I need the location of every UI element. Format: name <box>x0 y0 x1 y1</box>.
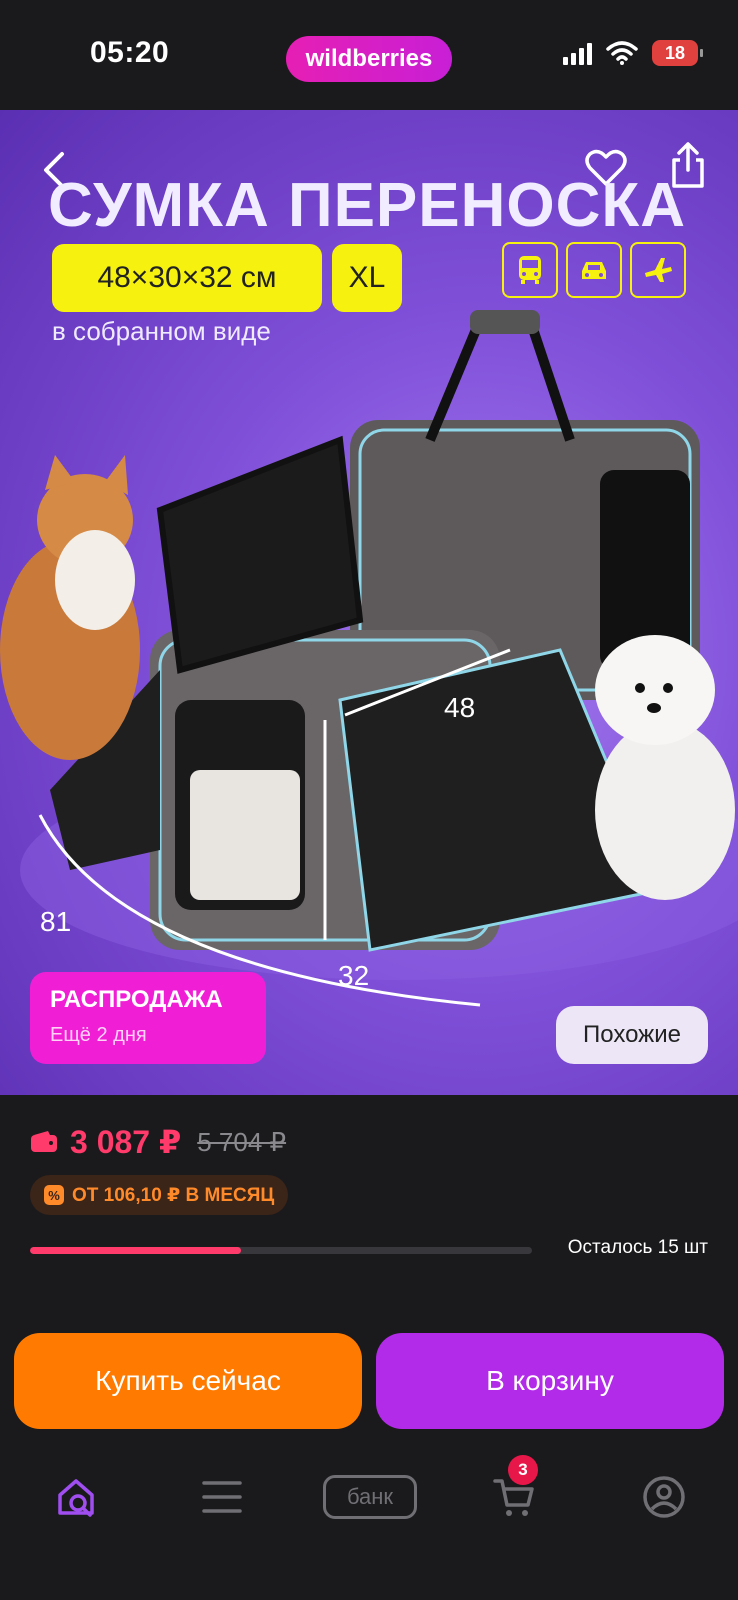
status-bar: 05:20 wildberries 18 <box>0 0 738 110</box>
tab-catalog[interactable] <box>186 1457 258 1537</box>
installment-text: ОТ 106,10 ₽ В МЕСЯЦ <box>72 1184 275 1206</box>
dimensions-note: в собранном виде <box>52 316 271 346</box>
measure-width: 81 <box>40 906 72 937</box>
menu-icon <box>202 1481 242 1513</box>
stock-progress-bar <box>30 1247 532 1254</box>
status-icons: 18 <box>563 40 703 66</box>
plane-icon <box>630 242 686 298</box>
add-to-cart-button[interactable]: В корзину <box>376 1333 724 1429</box>
dimensions-badge: 48×30×32 см <box>52 244 322 312</box>
bank-label: банк <box>323 1475 417 1519</box>
battery-indicator: 18 <box>652 40 703 66</box>
stock-remaining: Осталось 15 шт <box>567 1237 708 1258</box>
price-card: 3 087 ₽ 5 704 ₽ % ОТ 106,10 ₽ В МЕСЯЦ Ос… <box>0 1095 738 1295</box>
status-time: 05:20 <box>90 36 170 69</box>
price-row: 3 087 ₽ 5 704 ₽ <box>30 1123 286 1161</box>
percent-icon: % <box>44 1185 64 1205</box>
wallet-icon <box>31 1131 57 1152</box>
bus-icon <box>502 242 558 298</box>
tab-bank[interactable]: банк <box>320 1457 420 1537</box>
buy-now-button[interactable]: Купить сейчас <box>14 1333 362 1429</box>
old-price: 5 704 ₽ <box>197 1126 287 1157</box>
tab-cart[interactable]: 3 <box>478 1455 550 1537</box>
wifi-icon <box>606 41 638 65</box>
measure-length: 48 <box>444 692 476 723</box>
current-price: 3 087 ₽ <box>70 1124 182 1160</box>
tab-bar: банк 3 <box>0 1455 738 1537</box>
signal-icon <box>563 41 592 65</box>
sale-subtitle: Ещё 2 дня <box>50 1024 147 1046</box>
tab-home-search[interactable] <box>40 1457 112 1537</box>
profile-icon <box>643 1476 685 1518</box>
similar-button[interactable]: Похожие <box>556 1006 708 1064</box>
car-icon <box>566 242 622 298</box>
measure-depth: 32 <box>338 960 370 991</box>
stock-progress-fill <box>30 1247 241 1254</box>
tab-profile[interactable] <box>628 1457 700 1537</box>
bottom-panel: Купить сейчас В корзину банк 3 <box>0 1307 738 1600</box>
size-badge: XL <box>332 244 402 312</box>
home-search-icon <box>58 1479 94 1517</box>
cart-count-badge: 3 <box>508 1455 538 1485</box>
product-image[interactable]: СУМКА ПЕРЕНОСКА 48×30×32 см XL в собранн… <box>0 110 738 1095</box>
brand-logo[interactable]: wildberries <box>286 36 452 82</box>
installment-badge[interactable]: % ОТ 106,10 ₽ В МЕСЯЦ <box>30 1175 289 1215</box>
sale-badge[interactable]: РАСПРОДАЖА Ещё 2 дня <box>30 972 266 1064</box>
sale-title: РАСПРОДАЖА <box>50 986 223 1013</box>
product-headline: СУМКА ПЕРЕНОСКА <box>48 171 687 240</box>
